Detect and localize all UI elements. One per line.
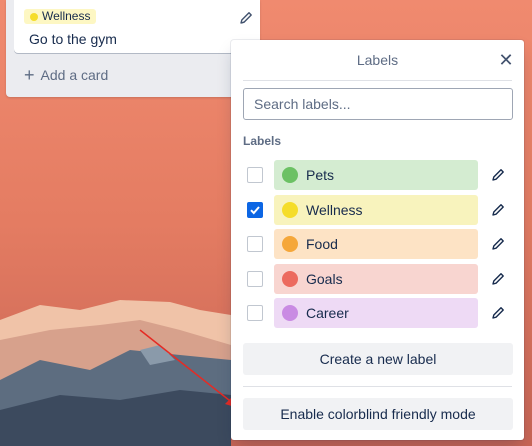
popover-header: Labels ✕	[231, 40, 524, 80]
label-color-dot-icon	[282, 167, 298, 183]
label-pill-wellness[interactable]: Wellness	[274, 195, 478, 225]
pencil-icon[interactable]	[490, 271, 506, 287]
label-color-dot-icon	[282, 271, 298, 287]
label-row-career: Career	[243, 298, 513, 328]
label-name: Pets	[306, 167, 335, 183]
add-card-label: Add a card	[40, 67, 109, 83]
label-row-food: Food	[243, 229, 513, 259]
label-checkbox-wellness[interactable]	[247, 202, 263, 218]
label-name: Goals	[306, 271, 343, 287]
labels-popover: Labels ✕ Labels Pets Wellness	[231, 40, 524, 440]
label-row-wellness: Wellness	[243, 195, 513, 225]
card-label-badge: Wellness	[24, 9, 97, 24]
label-name: Career	[306, 305, 349, 321]
card[interactable]: Wellness Go to the gym	[14, 0, 260, 53]
label-row-pets: Pets	[243, 160, 513, 190]
label-pill-pets[interactable]: Pets	[274, 160, 478, 190]
label-color-dot-icon	[282, 202, 298, 218]
pencil-icon[interactable]	[490, 305, 506, 321]
checkmark-icon	[250, 206, 260, 215]
close-icon[interactable]: ✕	[498, 51, 514, 69]
popover-title: Labels	[356, 52, 399, 68]
create-label-button[interactable]: Create a new label	[243, 343, 513, 375]
label-checkbox-pets[interactable]	[247, 167, 263, 183]
label-checkbox-goals[interactable]	[247, 271, 263, 287]
divider	[243, 386, 512, 387]
search-labels-input[interactable]	[243, 88, 513, 120]
label-dot-icon	[30, 12, 38, 21]
label-color-dot-icon	[282, 236, 298, 252]
card-label-text: Wellness	[42, 9, 91, 23]
pencil-icon[interactable]	[490, 202, 506, 218]
divider	[243, 80, 512, 81]
label-name: Food	[306, 236, 338, 252]
label-row-goals: Goals	[243, 264, 513, 294]
label-checkbox-career[interactable]	[247, 305, 263, 321]
pencil-icon[interactable]	[490, 236, 506, 252]
colorblind-mode-button[interactable]: Enable colorblind friendly mode	[243, 398, 513, 430]
label-pill-food[interactable]: Food	[274, 229, 478, 259]
pencil-icon[interactable]	[238, 10, 254, 26]
label-name: Wellness	[306, 202, 363, 218]
label-pill-career[interactable]: Career	[274, 298, 478, 328]
add-card-button[interactable]: + Add a card	[24, 65, 109, 85]
plus-icon: +	[24, 65, 35, 85]
pencil-icon[interactable]	[490, 167, 506, 183]
label-pill-goals[interactable]: Goals	[274, 264, 478, 294]
board-list: Wellness Go to the gym + Add a card	[6, 0, 260, 97]
label-checkbox-food[interactable]	[247, 236, 263, 252]
labels-section-title: Labels	[243, 134, 282, 148]
card-title: Go to the gym	[29, 31, 117, 47]
label-color-dot-icon	[282, 305, 298, 321]
